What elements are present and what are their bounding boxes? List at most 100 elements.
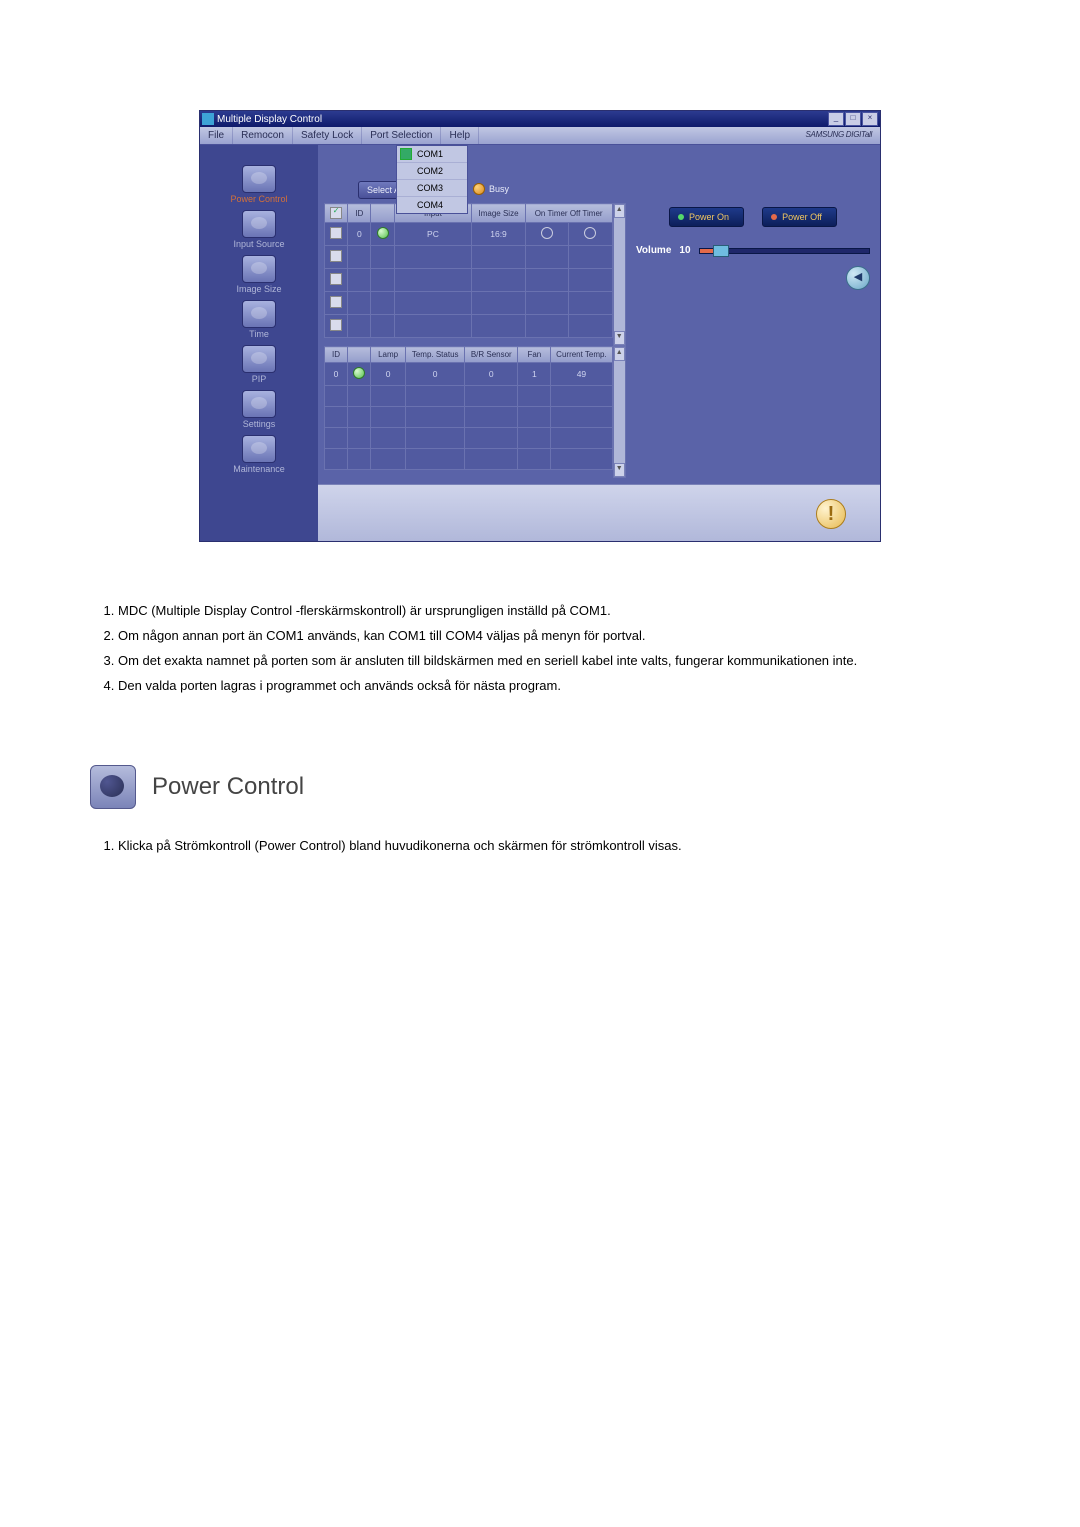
cell-image-size: 16:9 (472, 223, 525, 246)
check-icon (400, 148, 412, 160)
checkbox[interactable] (330, 319, 342, 331)
sidebar-item-pip[interactable]: PIP (204, 345, 314, 384)
list-item: Om någon annan port än COM1 används, kan… (118, 627, 990, 646)
sidebar-label: Maintenance (204, 464, 314, 474)
sidebar-item-settings[interactable]: Settings (204, 390, 314, 429)
sidebar-item-image-size[interactable]: Image Size (204, 255, 314, 294)
section-title: Power Control (152, 773, 304, 801)
window-title: Multiple Display Control (217, 114, 827, 125)
port-dropdown: COM1 COM2 COM3 COM4 (396, 145, 468, 214)
port-option-com1[interactable]: COM1 (397, 146, 467, 163)
cell-temp: 0 (406, 363, 465, 386)
port-option-com4[interactable]: COM4 (397, 197, 467, 213)
cell-id: 0 (325, 363, 348, 386)
sidebar-item-maintenance[interactable]: Maintenance (204, 435, 314, 474)
scroll-track[interactable] (614, 361, 625, 463)
minimize-button[interactable]: _ (828, 112, 844, 126)
sidebar-label: PIP (204, 374, 314, 384)
table-row[interactable] (325, 315, 613, 338)
display-table: ID Input Image Size On Timer Off Timer 0 (324, 203, 626, 346)
pip-icon (242, 345, 276, 373)
port-label: COM1 (417, 149, 443, 159)
col-fan: Fan (518, 347, 551, 363)
table-row[interactable]: 0 0 0 0 1 49 (325, 363, 613, 386)
app-icon (202, 113, 214, 125)
scroll-down-icon[interactable]: ▼ (614, 463, 625, 477)
cell-current-temp: 49 (551, 363, 612, 386)
list-item: Den valda porten lagras i programmet och… (118, 677, 990, 696)
menu-help[interactable]: Help (441, 127, 479, 144)
scroll-up-icon[interactable]: ▲ (614, 347, 625, 361)
power-on-label: Power On (689, 212, 729, 222)
power-control-icon (90, 765, 136, 809)
maintenance-icon (242, 435, 276, 463)
col-status-icon (371, 204, 394, 223)
slider-thumb[interactable] (713, 245, 729, 257)
scroll-up-icon[interactable]: ▲ (614, 204, 625, 218)
scroll-down-icon[interactable]: ▼ (614, 331, 625, 345)
table-row[interactable]: 0 PC 16:9 (325, 223, 613, 246)
checkbox[interactable] (330, 227, 342, 239)
col-status-icon (348, 347, 371, 363)
menu-safety-lock[interactable]: Safety Lock (293, 127, 362, 144)
menu-remocon[interactable]: Remocon (233, 127, 293, 144)
status-dot-icon (377, 227, 389, 239)
cell-fan: 1 (518, 363, 551, 386)
scroll-track[interactable] (614, 218, 625, 331)
settings-icon (242, 390, 276, 418)
table-row[interactable] (325, 386, 613, 407)
checkbox[interactable] (330, 296, 342, 308)
cell-id: 0 (348, 223, 371, 246)
cell-input: PC (394, 223, 472, 246)
table-row[interactable] (325, 449, 613, 470)
mdc-window: Multiple Display Control _ □ × File Remo… (199, 110, 881, 542)
close-button[interactable]: × (862, 112, 878, 126)
menu-port-selection[interactable]: Port Selection (362, 127, 441, 144)
checkbox[interactable] (330, 250, 342, 262)
power-icon (242, 165, 276, 193)
table-row[interactable] (325, 428, 613, 449)
busy-icon (473, 183, 485, 195)
control-panel: Power On Power Off Volume 10 (626, 203, 880, 484)
sidebar-label: Input Source (204, 239, 314, 249)
power-control-list: Klicka på Strömkontroll (Power Control) … (90, 837, 990, 856)
power-off-button[interactable]: Power Off (762, 207, 837, 227)
power-off-label: Power Off (782, 212, 822, 222)
sidebar-item-time[interactable]: Time (204, 300, 314, 339)
volume-slider[interactable] (699, 248, 870, 254)
port-option-com3[interactable]: COM3 (397, 180, 467, 197)
port-info-list: MDC (Multiple Display Control -flerskärm… (90, 602, 990, 695)
menu-file[interactable]: File (200, 127, 233, 144)
col-id: ID (325, 347, 348, 363)
list-item: Om det exakta namnet på porten som är an… (118, 652, 990, 671)
col-check[interactable] (325, 204, 348, 223)
col-timer: On Timer Off Timer (525, 204, 612, 223)
cell-lamp: 0 (371, 363, 406, 386)
list-item: Klicka på Strömkontroll (Power Control) … (118, 837, 990, 856)
table-row[interactable] (325, 407, 613, 428)
status-dot-icon (353, 367, 365, 379)
scrollbar[interactable]: ▲ ▼ (613, 203, 626, 346)
table-row[interactable] (325, 246, 613, 269)
scrollbar[interactable]: ▲ ▼ (613, 346, 626, 478)
table-row[interactable] (325, 292, 613, 315)
port-option-com2[interactable]: COM2 (397, 163, 467, 180)
sidebar-item-input-source[interactable]: Input Source (204, 210, 314, 249)
mute-button[interactable]: ◀ (846, 266, 870, 290)
section-header: Power Control (90, 765, 990, 809)
power-off-icon (771, 214, 777, 220)
sidebar-item-power-control[interactable]: Power Control (204, 165, 314, 204)
power-on-button[interactable]: Power On (669, 207, 744, 227)
col-image-size: Image Size (472, 204, 525, 223)
titlebar: Multiple Display Control _ □ × (200, 111, 880, 127)
table-row[interactable] (325, 269, 613, 292)
speaker-icon: ◀ (854, 271, 862, 283)
maximize-button[interactable]: □ (845, 112, 861, 126)
list-item: MDC (Multiple Display Control -flerskärm… (118, 602, 990, 621)
col-temp-status: Temp. Status (406, 347, 465, 363)
checkbox[interactable] (330, 273, 342, 285)
checkbox-icon (330, 207, 342, 219)
volume-value: 10 (679, 245, 690, 256)
input-source-icon (242, 210, 276, 238)
col-current-temp: Current Temp. (551, 347, 612, 363)
